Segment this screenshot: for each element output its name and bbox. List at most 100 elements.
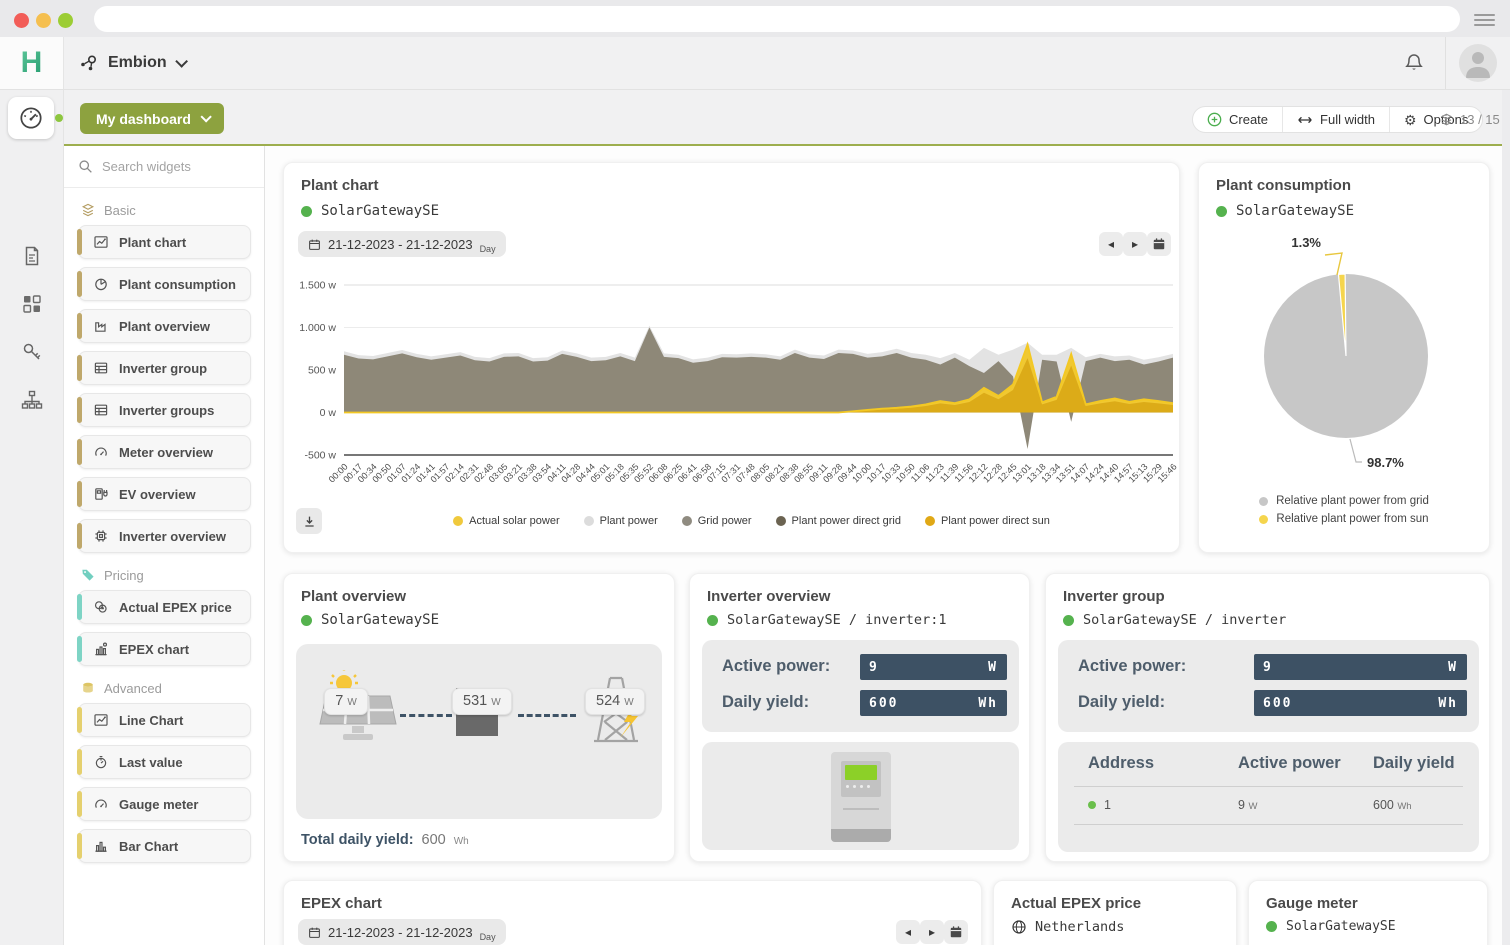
- y-axis-tick: 0 w: [320, 407, 337, 419]
- widget-item-gauge-meter[interactable]: Gauge meter: [78, 787, 251, 821]
- dashboard-active-dot: [55, 114, 63, 122]
- table-divider: [1074, 786, 1463, 787]
- widget-title: Gauge meter: [1266, 895, 1358, 912]
- widget-search: [64, 146, 264, 188]
- flow-connector: [518, 714, 576, 717]
- status-dot: [301, 206, 312, 217]
- widget-title: Plant overview: [301, 588, 406, 605]
- legend-item[interactable]: Relative plant power from grid: [1259, 495, 1429, 507]
- coins-icon: [93, 599, 109, 615]
- legend-item[interactable]: Plant power direct grid: [776, 515, 901, 527]
- nav-invoices[interactable]: [0, 244, 64, 268]
- download-icon: [302, 514, 317, 529]
- address-bar[interactable]: [94, 6, 1460, 32]
- region-row: Netherlands: [1011, 919, 1124, 935]
- device-name: SolarGatewaySE: [321, 203, 439, 219]
- date-range-picker[interactable]: 21-12-2023 - 21-12-2023 Day: [298, 919, 506, 945]
- daily-yield-label: Daily yield:: [1078, 693, 1165, 712]
- status-dot: [1063, 615, 1074, 626]
- next-period-button[interactable]: ▸: [920, 920, 944, 944]
- period-label: Day: [480, 932, 496, 942]
- drag-accent: [77, 833, 82, 859]
- page-scrollbar[interactable]: [1502, 90, 1510, 945]
- widget-item-inverter-groups[interactable]: Inverter groups: [78, 393, 251, 427]
- app-logo[interactable]: H: [0, 37, 64, 89]
- legend-dot: [453, 516, 463, 526]
- next-period-button[interactable]: ▸: [1123, 232, 1147, 256]
- notifications-bell-icon[interactable]: [1402, 51, 1426, 75]
- table-icon: [93, 402, 109, 418]
- widget-item-plant-overview[interactable]: Plant overview: [78, 309, 251, 343]
- widget-item-line-chart[interactable]: Line Chart: [78, 703, 251, 737]
- user-menu[interactable]: [1445, 37, 1510, 89]
- nav-access-keys[interactable]: [0, 340, 64, 364]
- widget-item-inverter-overview[interactable]: Inverter overview: [78, 519, 251, 553]
- create-button[interactable]: Create: [1193, 107, 1282, 132]
- nav-dashboard[interactable]: [8, 97, 54, 139]
- table-header-daily-yield: Daily yield: [1373, 754, 1455, 773]
- power-panel: Active power: 9W Daily yield: 600Wh: [702, 640, 1019, 732]
- download-chart-button[interactable]: [296, 508, 322, 534]
- date-range-picker[interactable]: 21-12-2023 - 21-12-2023 Day: [298, 231, 506, 257]
- full-width-button[interactable]: Full width: [1282, 107, 1389, 132]
- legend-item[interactable]: Relative plant power from sun: [1259, 513, 1428, 525]
- widget-item-plant-chart[interactable]: Plant chart: [78, 225, 251, 259]
- device-name: SolarGatewaySE / inverter: [1083, 612, 1286, 628]
- today-button[interactable]: [944, 920, 968, 944]
- search-input[interactable]: [102, 159, 242, 174]
- device-row: SolarGatewaySE: [1216, 203, 1354, 219]
- widget-count: 13 / 15: [1439, 106, 1500, 133]
- widget-item-actual-epex-price[interactable]: Actual EPEX price: [78, 590, 251, 624]
- window-zoom-button[interactable]: [58, 13, 73, 28]
- calendar-today-icon: [1152, 237, 1166, 251]
- drag-accent: [77, 594, 82, 620]
- nav-sitemap[interactable]: [0, 388, 64, 412]
- widget-plant-consumption: Plant consumption SolarGatewaySE 1.3%98.…: [1198, 162, 1490, 553]
- app-header: H Embion: [0, 37, 1510, 90]
- widget-item-inverter-group[interactable]: Inverter group: [78, 351, 251, 385]
- legend-item[interactable]: Actual solar power: [453, 515, 560, 527]
- status-dot: [707, 615, 718, 626]
- drag-accent: [77, 355, 82, 381]
- window-minimize-button[interactable]: [36, 13, 51, 28]
- speedometer-icon: [17, 104, 45, 132]
- prev-period-button[interactable]: ◂: [896, 920, 920, 944]
- widget-sidebar: BasicPlant chartPlant consumptionPlant o…: [64, 146, 265, 945]
- device-name: SolarGatewaySE: [321, 612, 439, 628]
- table-cell-yield: 600 Wh: [1373, 798, 1412, 812]
- widget-plant-overview: Plant overview SolarGatewaySE: [283, 573, 675, 862]
- plant-flow-panel: [296, 644, 662, 819]
- drag-accent: [77, 229, 82, 255]
- widget-list: BasicPlant chartPlant consumptionPlant o…: [64, 188, 264, 871]
- widget-item-ev-overview[interactable]: EV overview: [78, 477, 251, 511]
- device-name: SolarGatewaySE: [1286, 919, 1396, 934]
- inverter-table-panel: Address Active power Daily yield 1 9 W 6…: [1058, 742, 1479, 852]
- widget-item-bar-chart[interactable]: Bar Chart: [78, 829, 251, 863]
- widget-item-last-value[interactable]: Last value: [78, 745, 251, 779]
- legend-dot: [682, 516, 692, 526]
- table-row: 1: [1088, 798, 1111, 812]
- pie-leader-sun: [1325, 253, 1342, 275]
- pie-legend: Relative plant power from grid Relative p…: [1199, 495, 1489, 525]
- legend-item[interactable]: Plant power: [584, 515, 658, 527]
- legend-item[interactable]: Plant power direct sun: [925, 515, 1050, 527]
- dashboard-selector-button[interactable]: My dashboard: [80, 103, 224, 134]
- calendar-icon: [308, 926, 321, 939]
- legend-dot: [925, 516, 935, 526]
- window-close-button[interactable]: [14, 13, 29, 28]
- widget-title: Plant chart: [301, 177, 379, 194]
- prev-period-button[interactable]: ◂: [1099, 232, 1123, 256]
- legend-item[interactable]: Grid power: [682, 515, 752, 527]
- widget-item-plant-consumption[interactable]: Plant consumption: [78, 267, 251, 301]
- daily-yield-value: 600Wh: [860, 690, 1007, 716]
- widget-item-epex-chart[interactable]: EPEX chart: [78, 632, 251, 666]
- price-chart-icon: [93, 641, 109, 657]
- today-button[interactable]: [1147, 232, 1171, 256]
- widget-item-meter-overview[interactable]: Meter overview: [78, 435, 251, 469]
- browser-menu-icon[interactable]: [1474, 14, 1495, 26]
- y-axis-tick: -500 w: [304, 450, 336, 462]
- widget-count-label: 13 / 15: [1460, 112, 1500, 127]
- org-selector[interactable]: Embion: [78, 37, 184, 89]
- pie-leader-grid: [1350, 439, 1362, 462]
- nav-widgets[interactable]: [0, 292, 64, 316]
